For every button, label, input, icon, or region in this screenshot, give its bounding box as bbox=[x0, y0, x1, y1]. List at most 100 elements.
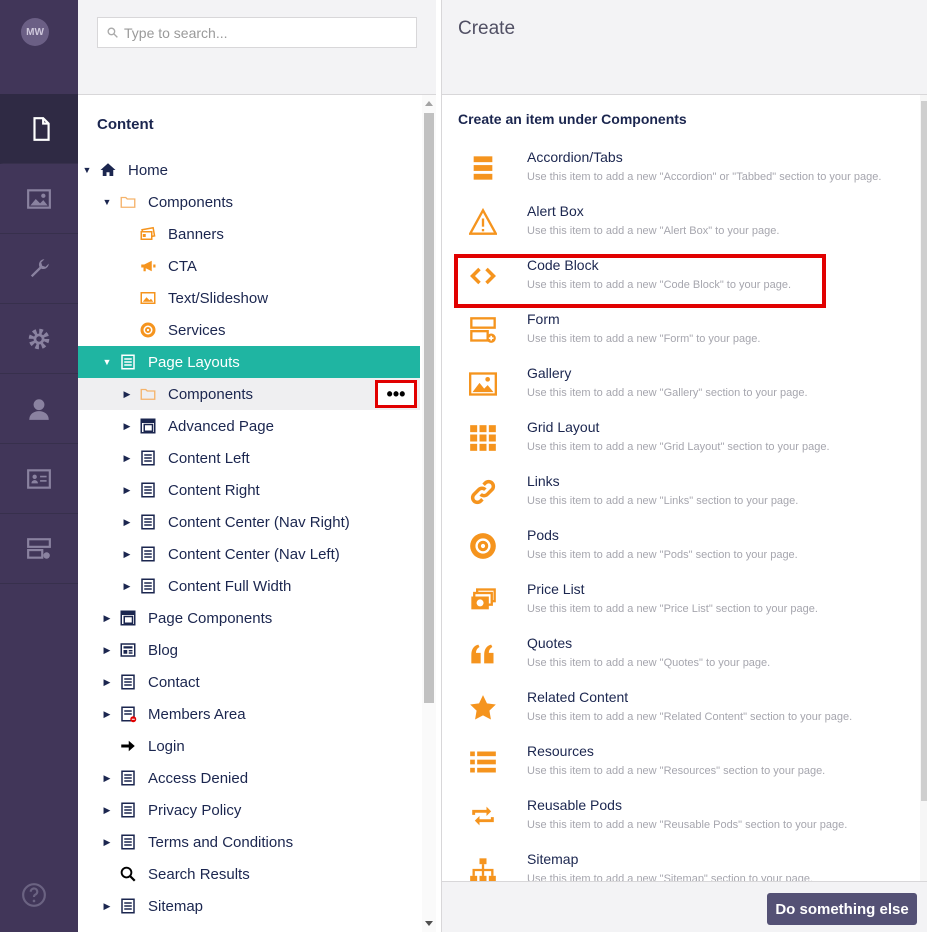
caret-right-icon[interactable]: ▶ bbox=[102, 901, 112, 912]
create-item-pods[interactable]: Pods Use this item to add a new "Pods" se… bbox=[442, 519, 920, 573]
page-icon bbox=[138, 448, 158, 468]
tree-node-sitemap[interactable]: ▶ Sitemap bbox=[78, 890, 420, 922]
caret-down-icon[interactable]: ▼ bbox=[102, 197, 112, 207]
tree-node-label: Home bbox=[128, 161, 169, 179]
caret-right-icon[interactable]: ▶ bbox=[122, 549, 132, 560]
caret-right-icon[interactable]: ▶ bbox=[102, 613, 112, 624]
create-scrollbar[interactable] bbox=[920, 95, 927, 881]
tree-scroll-thumb[interactable] bbox=[424, 113, 434, 703]
create-item-name: Reusable Pods bbox=[527, 797, 622, 813]
tree-node-content-center-nav-right[interactable]: ▶ Content Center (Nav Right) bbox=[78, 506, 420, 538]
rail-developer-section[interactable] bbox=[0, 304, 78, 374]
create-scroll-thumb[interactable] bbox=[921, 101, 927, 801]
caret-right-icon[interactable]: ▶ bbox=[102, 645, 112, 656]
create-item-name: Quotes bbox=[527, 635, 573, 651]
tree-node-members-area[interactable]: ▶ Members Area bbox=[78, 698, 420, 730]
create-item-sitemap[interactable]: Sitemap Use this item to add a new "Sitem… bbox=[442, 843, 920, 881]
user-icon bbox=[29, 398, 49, 420]
create-item-description: Use this item to add a new "Pods" sectio… bbox=[527, 549, 798, 561]
create-item-description: Use this item to add a new "Form" to you… bbox=[527, 333, 761, 345]
caret-right-icon[interactable]: ▶ bbox=[122, 485, 132, 496]
create-item-form[interactable]: Form Use this item to add a new "Form" to… bbox=[442, 303, 920, 357]
scroll-down-arrow[interactable] bbox=[425, 921, 433, 926]
tree-node-content-left[interactable]: ▶ Content Left bbox=[78, 442, 420, 474]
tree-node-page-components[interactable]: ▶ Page Components bbox=[78, 602, 420, 634]
help-icon[interactable] bbox=[21, 882, 47, 908]
rail-members-section[interactable] bbox=[0, 444, 78, 514]
create-item-grid-layout[interactable]: Grid Layout Use this item to add a new "G… bbox=[442, 411, 920, 465]
scroll-up-arrow[interactable] bbox=[425, 101, 433, 106]
search-input[interactable] bbox=[124, 24, 404, 41]
rail-users-section[interactable] bbox=[0, 374, 78, 444]
rail-media-section[interactable] bbox=[0, 164, 78, 234]
tree-node-home[interactable]: ▼ Home bbox=[78, 154, 420, 186]
tree-node-blog[interactable]: ▶ Blog bbox=[78, 634, 420, 666]
tree-node-label: Content Center (Nav Right) bbox=[168, 513, 350, 531]
tree-header bbox=[78, 0, 436, 95]
caret-right-icon[interactable]: ▶ bbox=[102, 709, 112, 720]
search-box[interactable] bbox=[97, 17, 417, 48]
image-icon bbox=[138, 288, 158, 308]
create-item-name: Alert Box bbox=[527, 203, 584, 219]
caret-down-icon[interactable]: ▼ bbox=[102, 357, 112, 367]
avatar[interactable]: MW bbox=[21, 18, 49, 46]
caret-right-icon[interactable]: ▶ bbox=[122, 421, 132, 432]
tree-node-privacy-policy[interactable]: ▶ Privacy Policy bbox=[78, 794, 420, 826]
create-item-price-list[interactable]: Price List Use this item to add a new "Pr… bbox=[442, 573, 920, 627]
tree-node-contact[interactable]: ▶ Contact bbox=[78, 666, 420, 698]
tree-node-components[interactable]: ▼ Components bbox=[78, 186, 420, 218]
page-icon bbox=[138, 544, 158, 564]
tree-node-terms-and-conditions[interactable]: ▶ Terms and Conditions bbox=[78, 826, 420, 858]
caret-right-icon[interactable]: ▶ bbox=[122, 517, 132, 528]
create-item-related-content[interactable]: Related Content Use this item to add a ne… bbox=[442, 681, 920, 735]
rail-content-section[interactable] bbox=[0, 94, 78, 164]
rail-settings-section[interactable] bbox=[0, 234, 78, 304]
node-actions-button[interactable]: ••• bbox=[375, 380, 417, 408]
tree-node-cta[interactable]: CTA bbox=[78, 250, 420, 282]
caret-right-icon[interactable]: ▶ bbox=[122, 581, 132, 592]
page-icon bbox=[118, 832, 138, 852]
page-icon bbox=[118, 352, 138, 372]
create-item-gallery[interactable]: Gallery Use this item to add a new "Galle… bbox=[442, 357, 920, 411]
tree-node-label: Content Full Width bbox=[168, 577, 292, 595]
create-item-accordion-tabs[interactable]: Accordion/Tabs Use this item to add a new… bbox=[442, 141, 920, 195]
create-item-quotes[interactable]: Quotes Use this item to add a new "Quotes… bbox=[442, 627, 920, 681]
tree-node-label: Components bbox=[148, 193, 234, 211]
tree-node-services[interactable]: Services bbox=[78, 314, 420, 346]
page-restricted-icon bbox=[118, 704, 138, 724]
tree-node-advanced-page[interactable]: ▶ Advanced Page bbox=[78, 410, 420, 442]
arrow-right-icon bbox=[118, 736, 138, 756]
tree-node-label: Login bbox=[148, 737, 185, 755]
caret-right-icon[interactable]: ▶ bbox=[102, 805, 112, 816]
tree-node-label: Page Layouts bbox=[148, 353, 240, 371]
tree-node-access-denied[interactable]: ▶ Access Denied bbox=[78, 762, 420, 794]
tree-node-text-slideshow[interactable]: Text/Slideshow bbox=[78, 282, 420, 314]
tree-node-login[interactable]: Login bbox=[78, 730, 420, 762]
caret-right-icon[interactable]: ▶ bbox=[122, 389, 132, 400]
content-tree: ▼ Home ▼ Components Banners CTA Text/Slideshow… bbox=[78, 154, 420, 922]
create-item-name: Related Content bbox=[527, 689, 629, 705]
tree-node-content-full-width[interactable]: ▶ Content Full Width bbox=[78, 570, 420, 602]
tree-node-label: CTA bbox=[168, 257, 197, 275]
create-item-description: Use this item to add a new "Gallery" sec… bbox=[527, 387, 808, 399]
create-item-reusable-pods[interactable]: Reusable Pods Use this item to add a new … bbox=[442, 789, 920, 843]
content-tree-panel: Content ▼ Home ▼ Components Banners CTA Text/S… bbox=[78, 0, 436, 932]
caret-down-icon[interactable]: ▼ bbox=[82, 165, 92, 175]
caret-right-icon[interactable]: ▶ bbox=[102, 773, 112, 784]
create-item-resources[interactable]: Resources Use this item to add a new "Res… bbox=[442, 735, 920, 789]
tree-node-content-center-nav-left[interactable]: ▶ Content Center (Nav Left) bbox=[78, 538, 420, 570]
create-item-links[interactable]: Links Use this item to add a new "Links" … bbox=[442, 465, 920, 519]
rail-forms-section[interactable] bbox=[0, 514, 78, 584]
caret-right-icon[interactable]: ▶ bbox=[102, 837, 112, 848]
tree-node-search-results[interactable]: Search Results bbox=[78, 858, 420, 890]
tree-node-banners[interactable]: Banners bbox=[78, 218, 420, 250]
tree-scrollbar[interactable] bbox=[422, 95, 436, 932]
caret-right-icon[interactable]: ▶ bbox=[122, 453, 132, 464]
create-panel-footer: Do something else bbox=[442, 881, 927, 932]
tree-node-content-right[interactable]: ▶ Content Right bbox=[78, 474, 420, 506]
tree-node-page-layouts[interactable]: ▼ Page Layouts bbox=[78, 346, 420, 378]
do-something-else-button[interactable]: Do something else bbox=[767, 893, 917, 925]
caret-right-icon[interactable]: ▶ bbox=[102, 677, 112, 688]
tree-node-components[interactable]: ▶ Components ••• bbox=[78, 378, 420, 410]
create-item-alert-box[interactable]: Alert Box Use this item to add a new "Ale… bbox=[442, 195, 920, 249]
